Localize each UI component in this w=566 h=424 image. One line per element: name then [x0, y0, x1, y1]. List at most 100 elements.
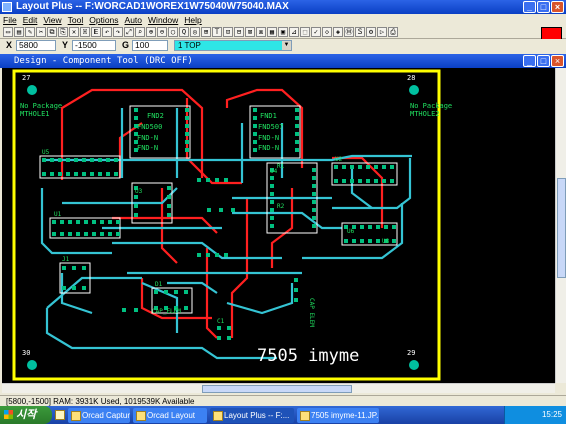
toolbar-tool-button[interactable]: Q — [179, 27, 189, 37]
system-tray: 15:25 — [504, 406, 566, 424]
component-pad — [100, 220, 104, 224]
menu-window[interactable]: Window — [148, 14, 178, 26]
component-pad — [253, 108, 257, 112]
design-maximize-button[interactable]: □ — [537, 55, 550, 67]
component-pad — [134, 308, 138, 312]
component-pad — [295, 140, 299, 144]
design-minimize-button[interactable]: _ — [523, 55, 536, 67]
mthole-label-right: MTHOLE2 — [410, 110, 440, 118]
component-pad — [74, 172, 78, 176]
toolbar-tool-button[interactable]: ⚙ — [366, 27, 376, 37]
task-orcad-capture[interactable]: Orcad Capture — [68, 407, 130, 423]
toolbar-tool-button[interactable]: Ｔ — [212, 27, 222, 37]
pcb-canvas[interactable]: 27 28 30 29 No Package MTHOLE1 No Packag… — [2, 68, 555, 383]
toolbar-tool-button[interactable]: ⧉ — [47, 27, 57, 37]
toolbar-tool-button[interactable]: Ⓜ — [344, 27, 354, 37]
component-pad — [66, 172, 70, 176]
toolbar-tool-button[interactable]: ▤ — [14, 27, 24, 37]
component-pad — [84, 232, 88, 236]
component-pad — [167, 195, 171, 199]
component-pad — [312, 176, 316, 180]
toolbar-tool-button[interactable]: ◯ — [168, 27, 178, 37]
task-orcad-layout[interactable]: Orcad Layout — [133, 407, 207, 423]
menu-edit[interactable]: Edit — [23, 14, 38, 26]
component-pad — [360, 225, 364, 229]
fnd2-component[interactable]: FND2 FND500 FND-N FND-N — [129, 105, 191, 159]
layer-select[interactable]: 1 TOP ▼ — [174, 40, 292, 51]
toolbar-tool-button[interactable]: ⤢ — [124, 27, 134, 37]
component-pad — [68, 232, 72, 236]
toolbar-tool-button[interactable]: ℍ — [80, 27, 90, 37]
quick-launch-icon[interactable] — [55, 410, 65, 420]
close-button[interactable]: × — [551, 1, 564, 13]
menu-help[interactable]: Help — [184, 14, 201, 26]
menu-tool[interactable]: Tool — [68, 14, 84, 26]
chevron-down-icon[interactable]: ▼ — [282, 41, 291, 50]
task-image-viewer[interactable]: 7505 imyme-11.JP... — [297, 407, 379, 423]
toolbar-tool-button[interactable]: ⌕ — [135, 27, 145, 37]
maximize-button[interactable]: □ — [537, 1, 550, 13]
toolbar-tool-button[interactable]: ⊿ — [289, 27, 299, 37]
x-coordinate-field[interactable]: 5800 — [16, 40, 56, 51]
ref-r2: R2 — [277, 203, 285, 210]
toolbar-tool-button[interactable]: ↷ — [113, 27, 123, 37]
toolbar-tool-button[interactable]: ⬚ — [300, 27, 310, 37]
toolbar-tool-button[interactable]: ◎ — [190, 27, 200, 37]
toolbar-tool-button[interactable]: ⎙ — [388, 27, 398, 37]
menu-view[interactable]: View — [43, 14, 61, 26]
toolbar-tool-button[interactable]: ⊕ — [146, 27, 156, 37]
mounting-hole-30[interactable] — [27, 360, 37, 370]
component-pad — [185, 148, 189, 152]
component-pad — [164, 290, 168, 294]
pcb-board-drawing[interactable]: 27 28 30 29 No Package MTHOLE1 No Packag… — [2, 68, 555, 383]
toolbar-tool-button[interactable]: Ｓ — [355, 27, 365, 37]
toolbar-tool-button[interactable]: ◇ — [322, 27, 332, 37]
toolbar-tool-button[interactable]: ▦ — [267, 27, 277, 37]
toolbar-tool-button[interactable]: ✎ — [25, 27, 35, 37]
mounting-hole-28[interactable] — [409, 85, 419, 95]
toolbar-tool-button[interactable]: ▣ — [278, 27, 288, 37]
start-button[interactable]: 시작 — [0, 406, 52, 424]
mounting-hole-29[interactable] — [409, 360, 419, 370]
ref-u6: U6 — [347, 228, 355, 235]
component-pad — [366, 165, 370, 169]
fnd1-component[interactable]: FND1 FND507 FND-N FND-N — [249, 105, 301, 159]
toolbar-tool-button[interactable]: ✂ — [36, 27, 46, 37]
toolbar-tool-button[interactable]: ⊡ — [223, 27, 233, 37]
menu-file[interactable]: File — [3, 14, 17, 26]
component-pad — [270, 192, 274, 196]
toolbar-tool-button[interactable]: ⊖ — [157, 27, 167, 37]
toolbar-tool-button[interactable]: ⊠ — [245, 27, 255, 37]
component-pad — [185, 108, 189, 112]
vertical-scrollbar[interactable] — [555, 68, 566, 383]
menu-options[interactable]: Options — [89, 14, 118, 26]
toolbar-tool-button[interactable]: ↶ — [102, 27, 112, 37]
toolbar-tool-button[interactable]: 𝐄 — [91, 27, 101, 37]
toolbar-tool-button[interactable]: ⊞ — [201, 27, 211, 37]
grid-field[interactable]: 100 — [132, 40, 168, 51]
design-close-button[interactable]: × — [551, 55, 564, 67]
horizontal-scroll-thumb[interactable] — [202, 385, 352, 393]
menu-auto[interactable]: Auto — [125, 14, 143, 26]
corner-label-28: 28 — [407, 74, 415, 82]
toolbar-tool-button[interactable]: ▷ — [377, 27, 387, 37]
clock: 15:25 — [541, 410, 562, 419]
mounting-hole-27[interactable] — [27, 85, 37, 95]
y-coordinate-field[interactable]: -1500 — [72, 40, 116, 51]
toolbar-tool-button[interactable]: ◈ — [333, 27, 343, 37]
component-pad — [366, 179, 370, 183]
task-orcad-capture-label: Orcad Capture — [82, 410, 130, 420]
minimize-button[interactable]: _ — [523, 1, 536, 13]
component-pad — [376, 225, 380, 229]
toolbar-tool-button[interactable]: ▭ — [3, 27, 13, 37]
toolbar-tool-button[interactable]: ⎘ — [58, 27, 68, 37]
task-layout-plus[interactable]: Layout Plus -- F:... — [210, 407, 294, 423]
toolbar-tool-button[interactable]: ⊟ — [234, 27, 244, 37]
toolbar-tool-button[interactable]: ⧈ — [256, 27, 266, 37]
vertical-scroll-thumb[interactable] — [557, 178, 566, 278]
toolbar-tool-button[interactable]: ✓ — [311, 27, 321, 37]
component-pad — [390, 179, 394, 183]
toolbar-tool-button[interactable]: ✕ — [69, 27, 79, 37]
ref-j1: J1 — [62, 256, 70, 263]
horizontal-scrollbar[interactable] — [2, 383, 555, 393]
